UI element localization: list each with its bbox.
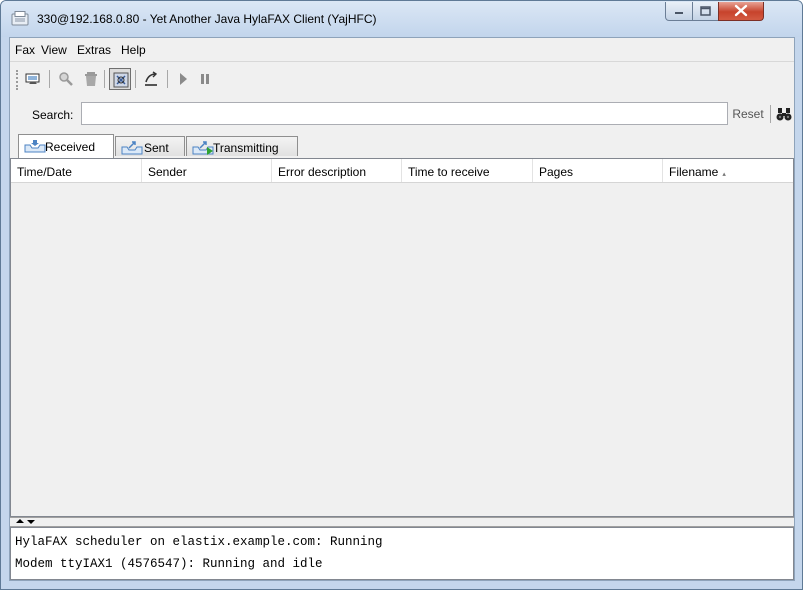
column-label: Error description xyxy=(278,165,367,179)
trash-icon xyxy=(85,72,97,86)
split-pane-divider[interactable] xyxy=(10,517,794,527)
app-window: 330@192.168.0.80 - Yet Another Java Hyla… xyxy=(0,0,803,590)
column-header-time-to-receive[interactable]: Time to receive xyxy=(402,159,533,182)
title-bar[interactable]: 330@192.168.0.80 - Yet Another Java Hyla… xyxy=(1,1,802,37)
main-content: Fax View Extras Help Search: Reset Recei… xyxy=(9,37,795,581)
toolbar-separator xyxy=(49,70,50,88)
transmitting-tray-icon xyxy=(192,141,214,155)
answer-call-button[interactable] xyxy=(140,68,162,90)
sort-ascending-icon: ▴ xyxy=(722,171,726,178)
column-header-error-description[interactable]: Error description xyxy=(272,159,402,182)
refresh-icon xyxy=(113,72,129,88)
pause-icon xyxy=(201,74,209,84)
refresh-button[interactable] xyxy=(109,68,131,90)
search-fax-button[interactable] xyxy=(55,68,77,90)
column-header-pages[interactable]: Pages xyxy=(533,159,663,182)
suspend-button[interactable] xyxy=(194,68,216,90)
received-faxes-table[interactable]: Time/Date Sender Error description Time … xyxy=(10,158,794,517)
tab-sent[interactable]: Sent xyxy=(115,136,185,156)
table-header: Time/Date Sender Error description Time … xyxy=(11,159,793,183)
view-fax-icon xyxy=(25,73,40,84)
toolbar-separator xyxy=(104,70,105,88)
search-input[interactable] xyxy=(81,102,728,125)
expand-down-icon[interactable] xyxy=(27,520,35,524)
expand-up-icon[interactable] xyxy=(16,519,24,523)
minimize-icon xyxy=(675,12,683,14)
outbox-tray-icon xyxy=(121,141,143,155)
resume-button[interactable] xyxy=(172,68,194,90)
menu-help[interactable]: Help xyxy=(121,43,146,57)
fax-app-icon[interactable] xyxy=(11,11,29,27)
column-header-filename[interactable]: Filename ▴ xyxy=(663,159,793,182)
inbox-tray-icon xyxy=(24,140,46,153)
toolbar-grip[interactable] xyxy=(16,70,20,90)
column-header-time-date[interactable]: Time/Date xyxy=(11,159,142,182)
binoculars-icon[interactable] xyxy=(776,106,792,125)
status-line-scheduler: HylaFAX scheduler on elastix.example.com… xyxy=(15,535,383,549)
menu-bar: Fax View Extras Help xyxy=(10,38,794,62)
toolbar-separator xyxy=(167,70,168,88)
column-header-sender[interactable]: Sender xyxy=(142,159,272,182)
play-icon xyxy=(180,73,187,85)
maximize-button[interactable] xyxy=(692,2,719,21)
column-label: Time/Date xyxy=(17,165,72,179)
minimize-button[interactable] xyxy=(665,2,693,21)
maximize-icon xyxy=(700,6,711,16)
tab-received-label: Received xyxy=(45,140,96,154)
toolbar-separator xyxy=(135,70,136,88)
search-separator xyxy=(770,105,771,123)
column-label: Filename xyxy=(669,165,719,179)
menu-view[interactable]: View xyxy=(41,43,67,57)
tab-transmitting[interactable]: Transmitting xyxy=(186,136,298,156)
close-icon xyxy=(734,4,748,17)
menu-fax[interactable]: Fax xyxy=(15,43,35,57)
answer-call-icon xyxy=(145,71,158,86)
column-label: Sender xyxy=(148,165,187,179)
tab-received[interactable]: Received xyxy=(18,134,114,158)
status-line-modem: Modem ttyIAX1 (4576547): Running and idl… xyxy=(15,557,323,571)
close-button[interactable] xyxy=(718,2,764,21)
window-title: 330@192.168.0.80 - Yet Another Java Hyla… xyxy=(37,12,377,26)
column-label: Time to receive xyxy=(408,165,490,179)
view-fax-button[interactable] xyxy=(22,68,44,90)
search-bar: Search: Reset xyxy=(10,100,794,128)
search-label: Search: xyxy=(32,108,74,122)
menu-extras[interactable]: Extras xyxy=(77,43,111,57)
reset-button[interactable]: Reset xyxy=(729,102,767,126)
tab-transmitting-label: Transmitting xyxy=(213,141,279,155)
magnifier-icon xyxy=(59,72,73,86)
column-label: Pages xyxy=(539,165,574,179)
toolbar xyxy=(10,62,794,98)
tab-sent-label: Sent xyxy=(144,141,169,155)
delete-button[interactable] xyxy=(80,68,102,90)
status-pane: HylaFAX scheduler on elastix.example.com… xyxy=(10,527,794,580)
